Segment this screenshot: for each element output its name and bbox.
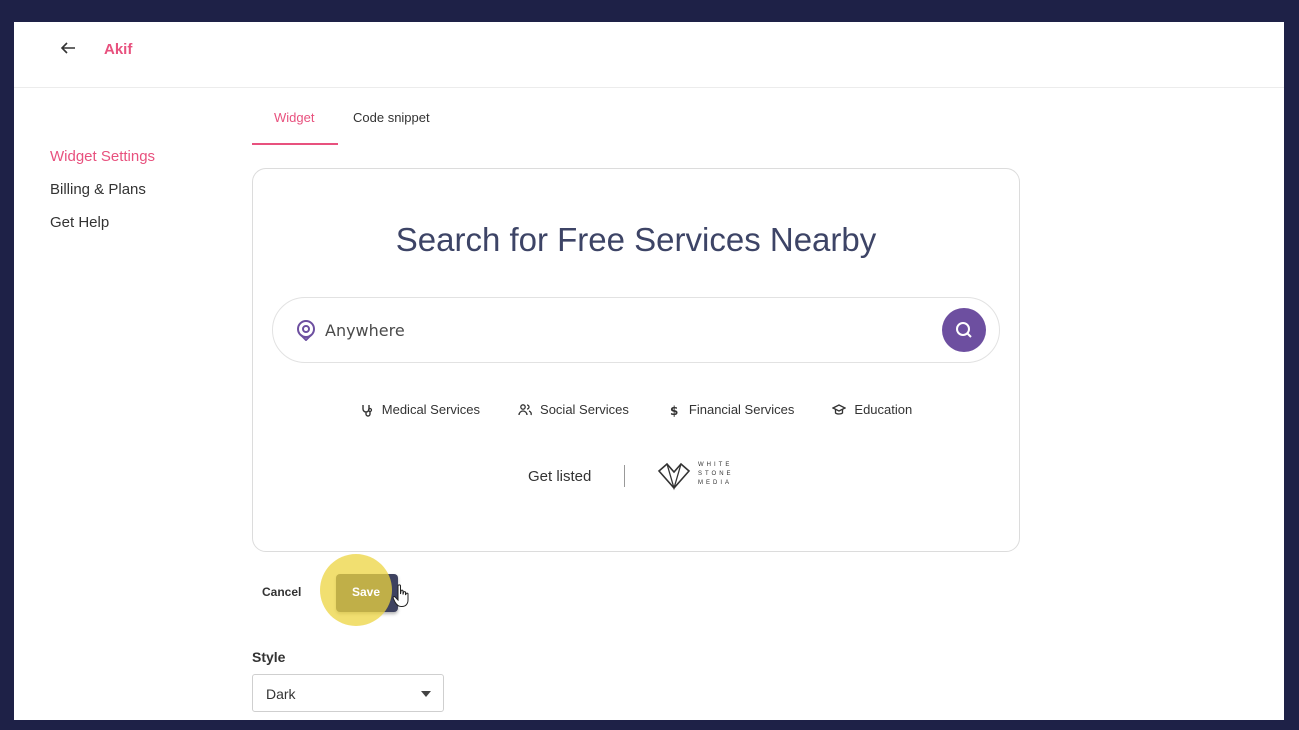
category-medical-services[interactable]: Medical Services [360,402,480,417]
widget-footer: Get listed WHITE STONE MEDIA [253,459,1019,495]
tab-code-snippet[interactable]: Code snippet [353,110,430,139]
back-arrow-icon[interactable] [58,38,78,58]
tab-widget[interactable]: Widget [274,110,314,139]
category-label: Social Services [540,402,629,417]
category-label: Education [854,402,913,417]
category-label: Financial Services [688,402,795,417]
stethoscope-icon [362,404,372,417]
style-selected-value: Dark [266,686,296,702]
sidebar: Widget Settings Billing & Plans Get Help [50,148,155,247]
category-social-services[interactable]: Social Services [518,402,629,417]
caret-down-icon [421,691,431,697]
hand-cursor-icon [392,584,409,607]
brand-name: Akif [104,41,133,58]
location-search-input[interactable]: Anywhere [272,297,1000,363]
white-stone-media-logo [657,462,691,491]
sidebar-item-billing-plans[interactable]: Billing & Plans [50,181,155,198]
category-label: Medical Services [381,402,481,417]
active-tab-indicator [252,143,338,145]
style-dropdown[interactable]: Dark [252,674,444,712]
top-bar: Akif [14,22,1284,88]
search-button[interactable] [942,308,986,352]
get-listed-link[interactable]: Get listed [528,468,591,485]
widget-preview-card: Search for Free Services Nearby Anywhere [252,168,1020,552]
sidebar-item-get-help[interactable]: Get Help [50,214,155,231]
dollar-icon: $ [670,404,678,417]
category-financial-services[interactable]: $ Financial Services [667,402,795,417]
graduation-cap-icon [832,403,847,415]
save-button[interactable] [336,574,398,612]
svg-text:$: $ [670,404,678,417]
footer-divider [624,465,625,487]
category-education[interactable]: Education [832,402,912,417]
sidebar-item-widget-settings[interactable]: Widget Settings [50,148,155,165]
category-links: Medical Services Social Services $ Finan… [253,402,1019,417]
location-pin-icon [297,320,315,341]
widget-title: Search for Free Services Nearby [395,221,877,258]
cancel-button[interactable]: Cancel [262,585,301,599]
search-icon [956,322,972,338]
app-window: Akif Widget Settings Billing & Plans Get… [14,22,1284,720]
search-value: Anywhere [325,321,405,340]
people-icon [518,403,532,415]
logo-text: WHITE STONE MEDIA [698,462,734,486]
style-label: Style [252,649,286,665]
